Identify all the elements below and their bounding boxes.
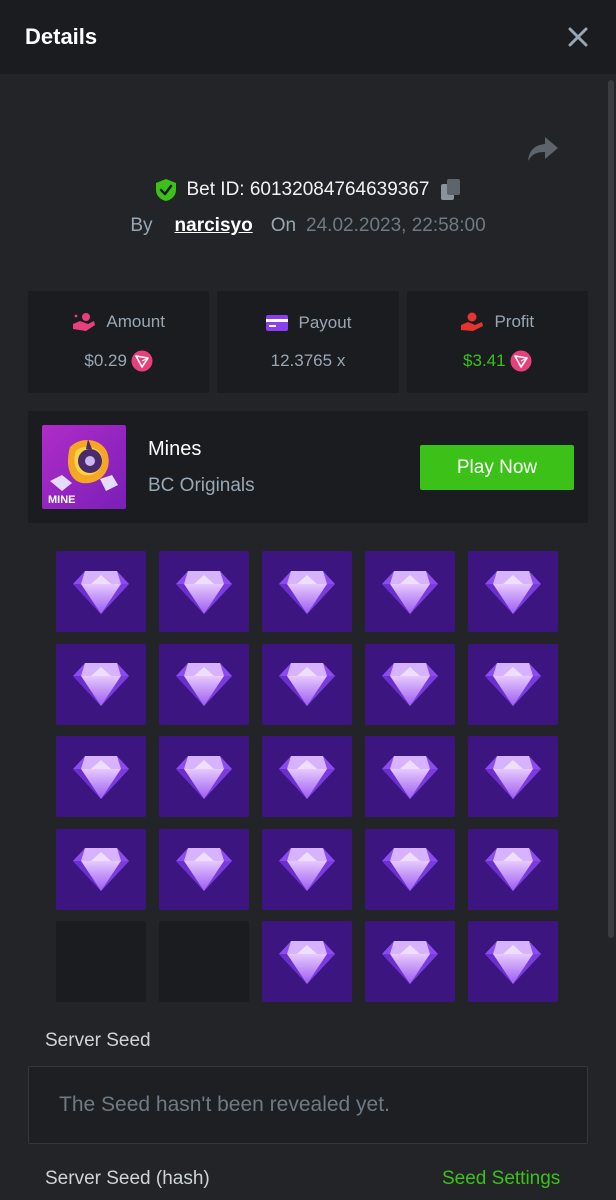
payout-card: Payout 12.3765 x (217, 291, 399, 393)
bet-id: Bet ID: 60132084764639367 (186, 179, 430, 200)
profit-value: $3.41 (463, 351, 506, 370)
by-label: By (130, 215, 153, 236)
gem-icon (279, 570, 335, 614)
share-button[interactable] (526, 134, 560, 164)
gem-icon (176, 570, 232, 614)
gem-tile (159, 643, 249, 725)
copy-icon (440, 179, 460, 200)
gem-icon (73, 848, 129, 891)
gem-tile (262, 736, 352, 817)
tron-coin-icon (131, 350, 153, 372)
gem-icon (279, 755, 335, 799)
server-seed-hash-label: Server Seed (hash) (45, 1168, 210, 1189)
bet-author-row: By narcisyo On 24.02.2023, 22:58:00 (0, 211, 616, 241)
close-icon (568, 27, 588, 47)
payout-label: Payout (298, 313, 352, 332)
gem-tile (159, 551, 249, 632)
gem-icon (382, 663, 438, 706)
profit-hand-icon (461, 312, 484, 331)
gem-tile (468, 551, 558, 632)
gem-tile (468, 828, 558, 910)
gem-icon (382, 848, 438, 891)
wallet-card-icon (265, 315, 288, 331)
gem-icon (279, 940, 335, 984)
page-title: Details (25, 24, 98, 49)
server-seed-box: The Seed hasn't been revealed yet. (28, 1066, 588, 1144)
gem-tile (159, 736, 249, 817)
gem-icon (485, 755, 541, 799)
gem-tile (262, 551, 352, 632)
gem-tile (56, 643, 146, 725)
shield-check-icon (155, 179, 176, 201)
scrollbar[interactable] (608, 80, 614, 938)
bet-id-row: Bet ID: 60132084764639367 (0, 175, 616, 205)
gem-icon (485, 940, 541, 984)
server-seed-label: Server Seed (45, 1030, 151, 1051)
gem-tile (365, 921, 455, 1002)
server-seed-value: The Seed hasn't been revealed yet. (59, 1093, 390, 1116)
payout-value: 12.3765 x (270, 351, 346, 370)
play-now-button[interactable]: Play Now (420, 445, 574, 490)
coin-hand-icon (73, 313, 96, 331)
amount-label: Amount (106, 312, 165, 331)
on-label: On (270, 215, 297, 236)
gem-icon (176, 755, 232, 799)
gem-icon (176, 848, 232, 891)
bet-stats: Amount $0.29 Payout 12.3765 x Profit $3.… (28, 291, 588, 393)
game-provider: BC Originals (148, 474, 255, 496)
game-thumbnail[interactable]: MINE (42, 425, 126, 509)
gem-tile (56, 828, 146, 910)
gem-tile (56, 551, 146, 632)
gem-tile (468, 921, 558, 1002)
gem-tile (365, 736, 455, 817)
seed-settings-link[interactable]: Seed Settings (442, 1168, 560, 1190)
game-name: Mines (148, 437, 202, 460)
gem-icon (279, 663, 335, 706)
profit-label: Profit (494, 312, 535, 331)
gem-icon (73, 663, 129, 706)
gem-icon (382, 755, 438, 799)
gem-tile (159, 828, 249, 910)
gem-tile (365, 551, 455, 632)
gem-tile (56, 736, 146, 817)
gem-icon (73, 570, 129, 614)
tron-coin-icon (510, 350, 532, 372)
mines-board (56, 551, 558, 1002)
gem-icon (485, 848, 541, 891)
share-icon (528, 137, 558, 161)
thumb-text: MINE (48, 494, 76, 506)
bet-datetime: 24.02.2023, 22:58:00 (306, 215, 486, 236)
game-card: MINE Mines BC Originals Play Now (28, 411, 588, 523)
empty-tile (159, 921, 249, 1002)
gem-tile (262, 828, 352, 910)
gem-icon (485, 570, 541, 614)
mines-game-logo: MINE (42, 425, 126, 509)
gem-tile (262, 643, 352, 725)
gem-tile (365, 828, 455, 910)
gem-tile (468, 736, 558, 817)
username-link[interactable]: narcisyo (175, 215, 253, 237)
gem-icon (485, 663, 541, 706)
close-button[interactable] (564, 23, 592, 51)
amount-value: $0.29 (84, 351, 127, 370)
gem-icon (176, 663, 232, 706)
gem-icon (279, 848, 335, 891)
details-header: Details (0, 0, 616, 74)
profit-card: Profit $3.41 (406, 291, 588, 393)
copy-button[interactable] (440, 178, 462, 202)
gem-tile (365, 643, 455, 725)
gem-tile (468, 643, 558, 725)
gem-icon (382, 940, 438, 984)
gem-icon (73, 755, 129, 799)
amount-card: Amount $0.29 (28, 291, 210, 393)
gem-tile (262, 921, 352, 1002)
gem-icon (382, 570, 438, 614)
empty-tile (56, 921, 146, 1002)
